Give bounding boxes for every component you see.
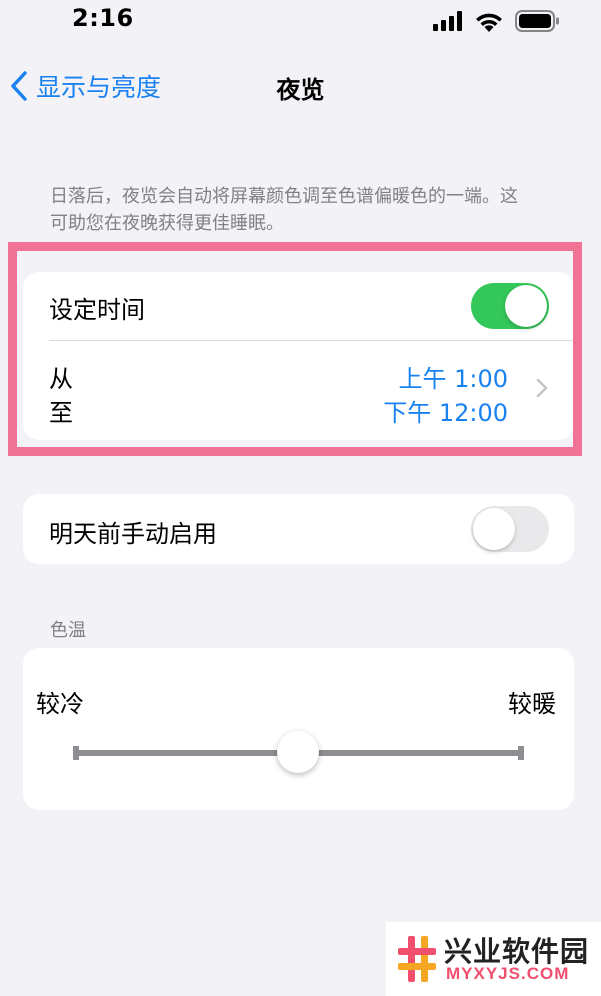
manual-enable-toggle[interactable] (471, 506, 549, 552)
watermark: 兴业软件园 MYXYJS.COM (386, 922, 601, 996)
to-label: 至 (49, 399, 73, 427)
schedule-row: 设定时间 (23, 272, 574, 340)
schedule-card: 设定时间 从 至 上午 1:00 下午 12:00 (23, 272, 574, 440)
status-bar: 2:16 (0, 0, 601, 44)
page-title: 夜览 (276, 76, 325, 104)
color-temperature-slider-knob[interactable] (277, 731, 319, 773)
navigation-bar: 显示与亮度 夜览 (0, 60, 601, 112)
from-time-value: 上午 1:00 (398, 365, 508, 393)
battery-icon (515, 10, 559, 32)
to-time-value: 下午 12:00 (383, 399, 508, 427)
cellular-signal-icon (433, 11, 462, 31)
time-range-row[interactable]: 从 至 上午 1:00 下午 12:00 (23, 341, 574, 440)
manual-card: 明天前手动启用 (23, 494, 574, 564)
schedule-label: 设定时间 (49, 296, 145, 324)
warmer-label: 较暖 (508, 690, 556, 718)
watermark-url: MYXYJS.COM (446, 964, 570, 983)
status-icons (433, 10, 559, 32)
intro-description: 日落后，夜览会自动将屏幕颜色调至色谱偏暖色的一端。这可助您在夜晚获得更佳睡眠。 (50, 186, 518, 234)
chevron-right-icon (536, 378, 548, 398)
color-temperature-header: 色温 (50, 620, 86, 641)
wifi-icon (476, 13, 502, 32)
hash-logo-icon (398, 936, 436, 982)
schedule-toggle[interactable] (471, 283, 549, 329)
toggle-knob (505, 285, 547, 327)
status-time: 2:16 (72, 4, 134, 32)
cooler-label: 较冷 (36, 690, 84, 718)
toggle-knob (473, 508, 515, 550)
color-temperature-card (23, 648, 574, 810)
from-label: 从 (49, 365, 73, 393)
manual-enable-label: 明天前手动启用 (49, 520, 217, 548)
